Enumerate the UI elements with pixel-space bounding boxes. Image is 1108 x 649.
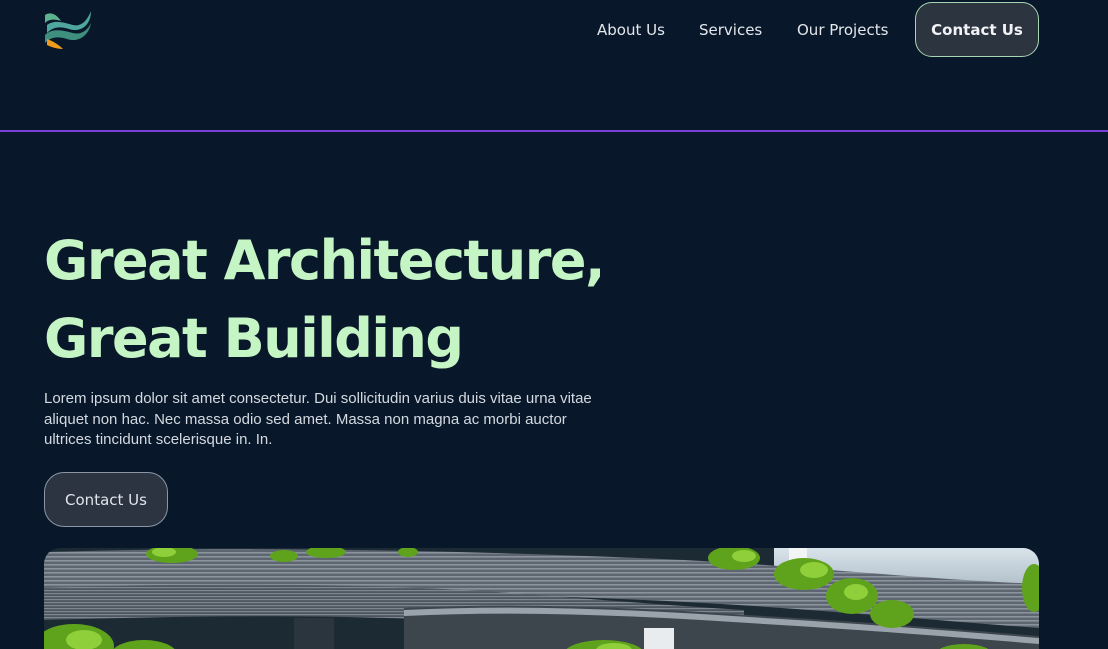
nav-contact-button[interactable]: Contact Us xyxy=(915,2,1039,57)
nav-services[interactable]: Services xyxy=(699,20,762,40)
hero-contact-button[interactable]: Contact Us xyxy=(44,472,168,527)
hero-title-line-1: Great Architecture, xyxy=(44,229,606,292)
hero-building-image xyxy=(44,548,1039,649)
nav-our-projects[interactable]: Our Projects xyxy=(797,20,888,40)
hero-title-line-2: Great Building xyxy=(44,307,464,370)
hero-title: Great Architecture, Great Building xyxy=(44,222,664,378)
header-divider xyxy=(0,130,1108,132)
site-header: About Us Services Our Projects Contact U… xyxy=(0,0,1108,131)
hero-description: Lorem ipsum dolor sit amet consectetur. … xyxy=(44,390,592,448)
green-building-photo-icon xyxy=(44,548,1039,649)
landing-page: About Us Services Our Projects Contact U… xyxy=(0,0,1108,649)
nav-about-us[interactable]: About Us xyxy=(597,20,665,40)
main-nav: About Us Services Our Projects Contact U… xyxy=(0,2,1108,57)
